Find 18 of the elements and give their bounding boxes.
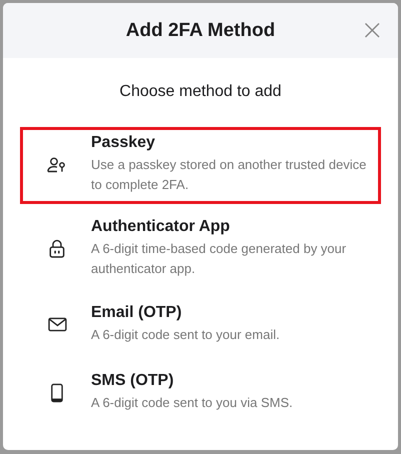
phone-icon <box>51 382 63 402</box>
person-key-icon <box>47 156 67 172</box>
method-title: SMS (OTP) <box>91 372 175 390</box>
padlock-icon <box>49 238 65 258</box>
method-description: A 6-digit code sent to your email. <box>91 326 281 344</box>
method-title: Email (OTP) <box>91 304 183 322</box>
method-title: Authenticator App <box>91 218 231 236</box>
method-description: A 6-digit code sent to you via SMS. <box>91 394 294 412</box>
envelope-icon <box>48 317 66 332</box>
dialog-title: Add 2FA Method <box>126 20 276 42</box>
method-option[interactable]: Passkey Use a passkey stored on another trusted device to complete 2FA. <box>20 127 381 204</box>
method-description: A 6-digit time-based code generated by your authenticator app. <box>91 240 348 278</box>
method-option[interactable]: Email (OTP) A 6-digit code sent to your email. <box>20 295 381 356</box>
method-option[interactable]: Authenticator App A 6-digit time-based code generated by your authenticator app. <box>20 211 381 288</box>
method-option[interactable]: SMS (OTP) A 6-digit code sent to you via SMS. <box>20 363 381 424</box>
dialog-subtitle: Choose method to add <box>118 83 282 101</box>
method-title: Passkey <box>91 134 156 152</box>
method-description: Use a passkey stored on another trusted device to complete 2FA. <box>91 156 368 194</box>
